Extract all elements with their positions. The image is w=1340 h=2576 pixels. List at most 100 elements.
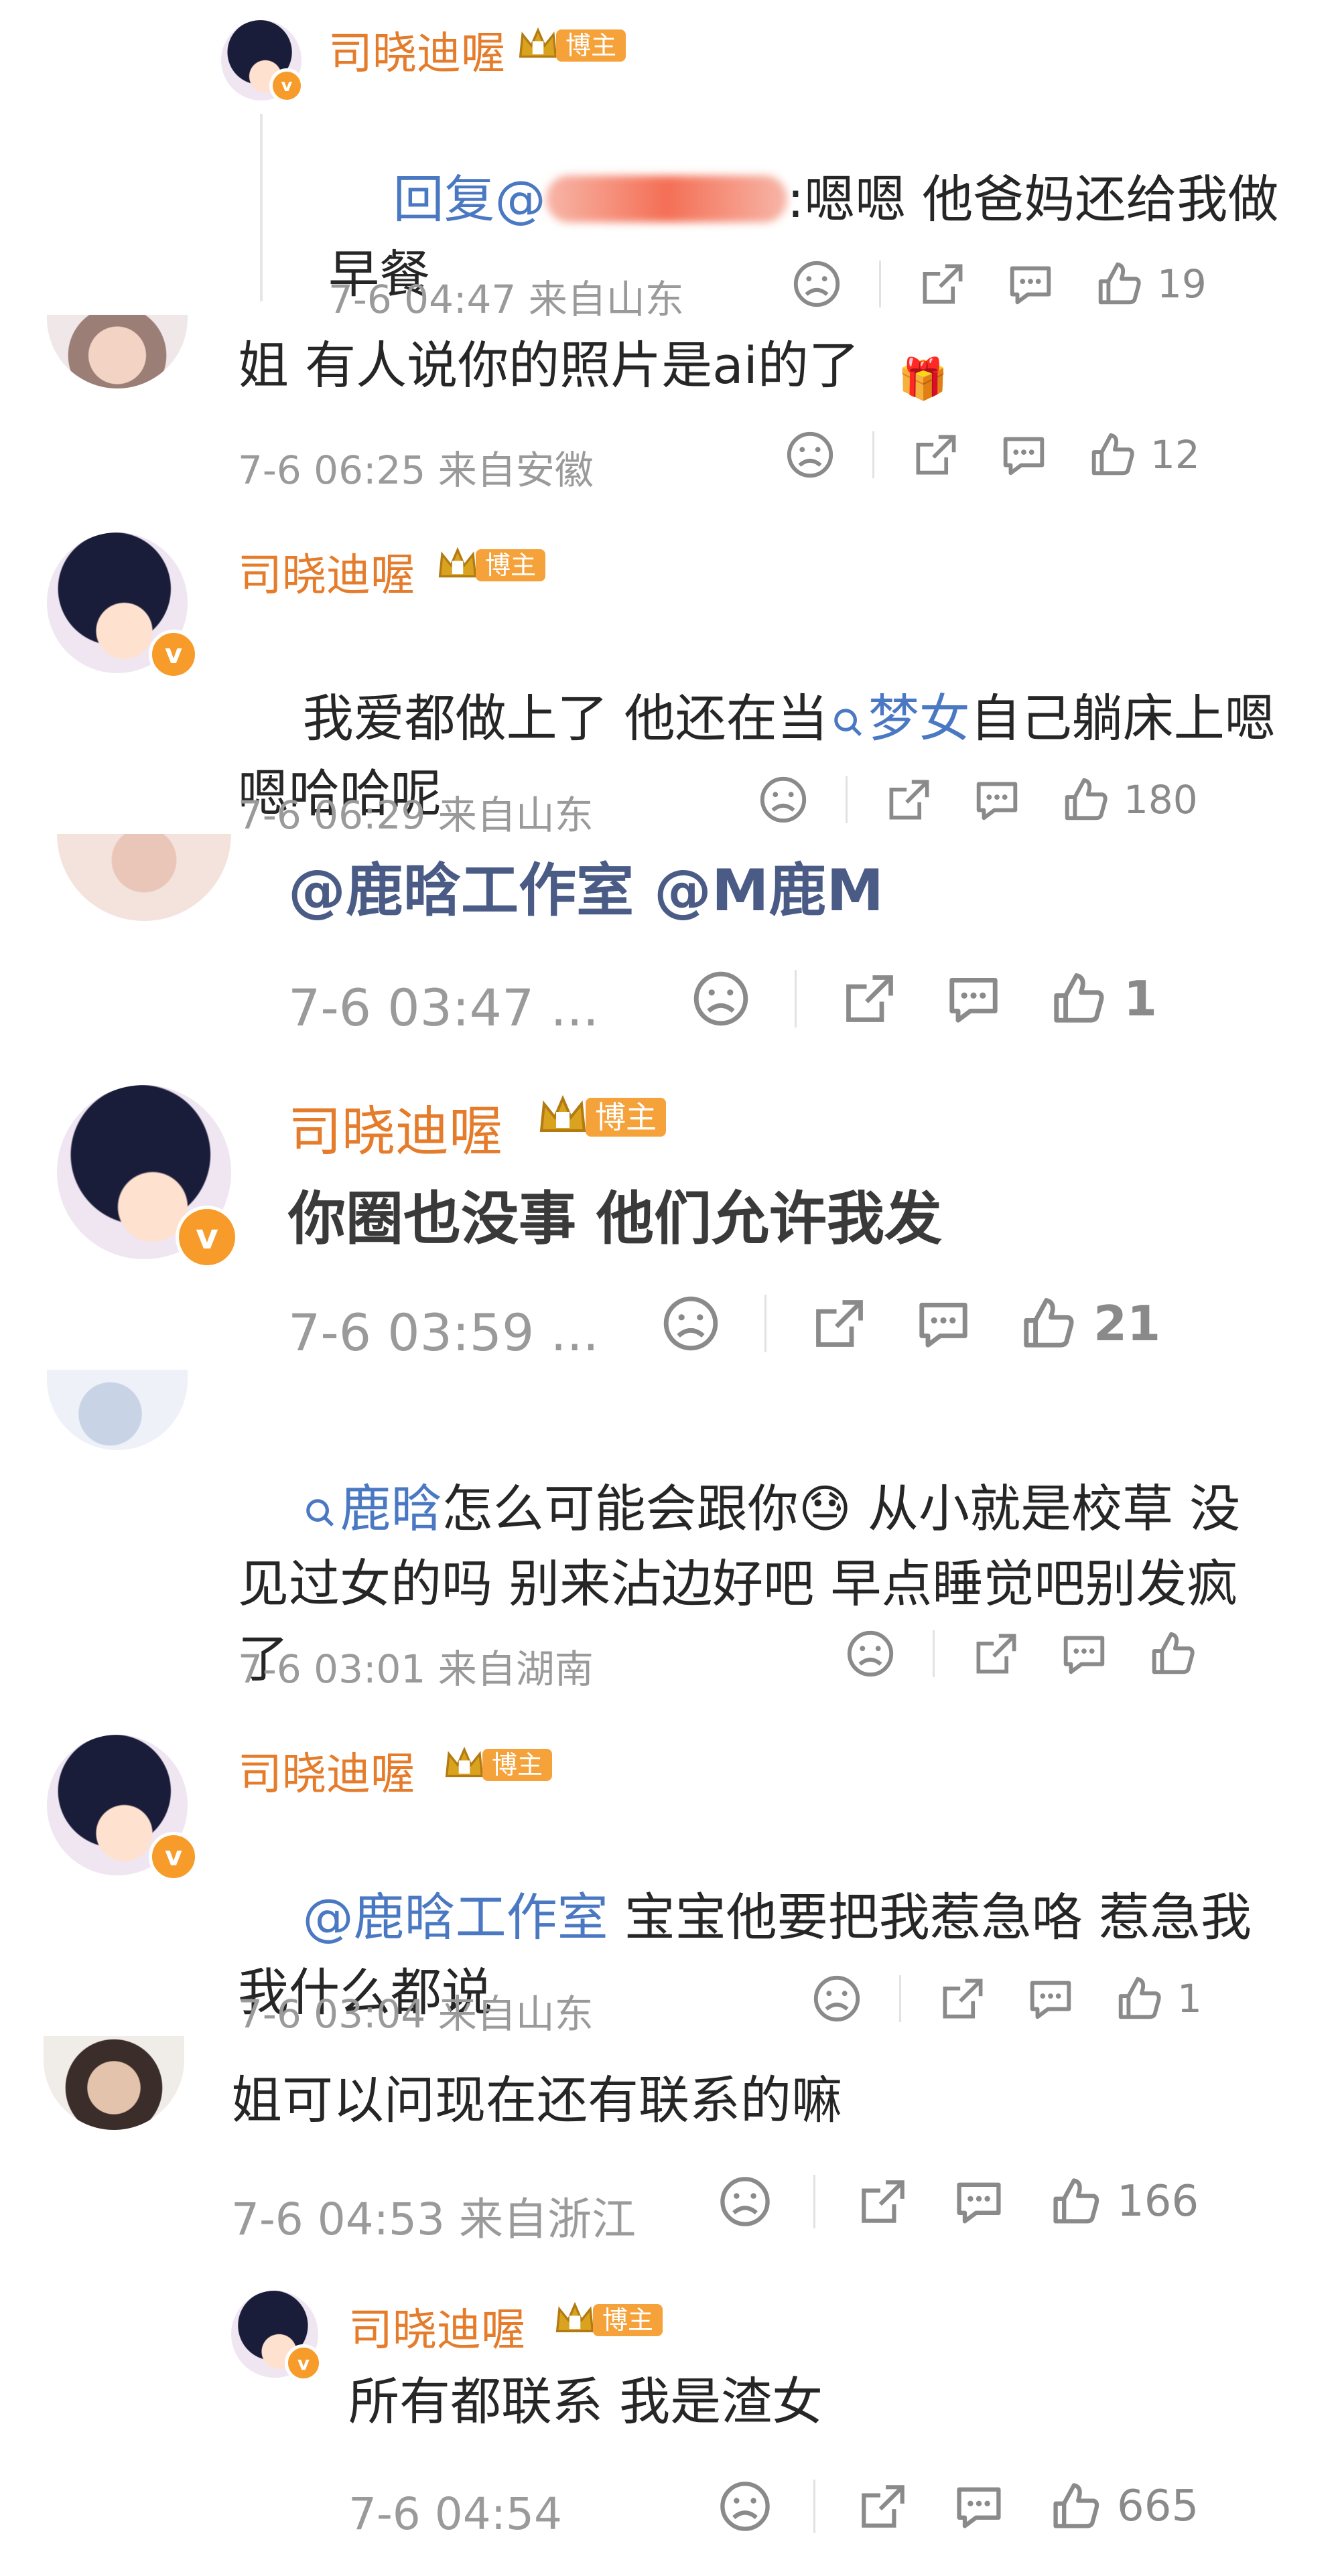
- divider: [795, 970, 797, 1027]
- share-button[interactable]: [856, 2479, 911, 2534]
- comment-icon: [1004, 258, 1057, 310]
- avatar[interactable]: [47, 315, 188, 388]
- username[interactable]: 司晓迪喔: [348, 2294, 525, 2358]
- crown-icon: [442, 1743, 486, 1787]
- avatar[interactable]: [47, 1370, 188, 1450]
- share-button[interactable]: [937, 1973, 988, 2024]
- dislike-button[interactable]: [784, 429, 836, 481]
- divider: [813, 2175, 815, 2228]
- crown-icon: [436, 543, 480, 587]
- share-icon: [971, 1628, 1022, 1679]
- like-button[interactable]: 1: [1113, 1973, 1202, 2025]
- search-link[interactable]: 鹿晗: [303, 1479, 442, 1539]
- dislike-button[interactable]: [757, 774, 809, 826]
- sad-face-icon: [757, 774, 809, 826]
- like-button[interactable]: 12: [1086, 429, 1200, 481]
- share-button[interactable]: [917, 259, 968, 309]
- like-button[interactable]: 1: [1047, 968, 1157, 1029]
- action-bar: 665: [717, 2478, 1199, 2534]
- blogger-badge-label: 博主: [586, 1098, 666, 1137]
- blogger-badge: 博主: [516, 23, 626, 68]
- dislike-button[interactable]: [811, 1973, 863, 2025]
- share-button[interactable]: [809, 1293, 870, 1354]
- sad-face-icon: [690, 968, 752, 1029]
- comment-text: @鹿晗工作室 @M鹿M: [288, 857, 884, 924]
- blogger-badge: 博主: [436, 543, 546, 588]
- comment-item: @鹿晗工作室 @M鹿M 7-6 03:47 ... 1: [0, 834, 1340, 1055]
- comment-button[interactable]: [971, 774, 1023, 826]
- avatar[interactable]: [44, 2036, 184, 2130]
- mention-link[interactable]: 回复@: [393, 169, 546, 229]
- comment-item: v 司晓迪喔 博主 @鹿晗工作室 宝宝他要把我惹急咯 惹急我我什么都说 7-6 …: [0, 1718, 1340, 2037]
- username[interactable]: 司晓迪喔: [328, 17, 505, 82]
- comment-item: v 司晓迪喔 博主 我爱都做上了 他还在当 梦女自己躺床上嗯嗯哈哈呢 7-6 06…: [0, 516, 1340, 838]
- action-bar: 180: [757, 774, 1198, 826]
- mention-link[interactable]: @鹿晗工作室: [303, 1887, 608, 1947]
- like-button[interactable]: 19: [1093, 258, 1207, 310]
- comment-item: 姐 有人说你的照片是ai的了 🎁 7-6 06:25 来自安徽 12: [0, 315, 1340, 509]
- comment-item: v 司晓迪喔 博主 所有都联系 我是渣女 7-6 04:54 665: [0, 2271, 1340, 2576]
- like-button[interactable]: 180: [1059, 774, 1198, 826]
- username[interactable]: 司晓迪喔: [238, 1738, 415, 1802]
- sad-face-icon: [660, 1293, 722, 1354]
- blogger-badge-label: 博主: [556, 29, 626, 62]
- share-button[interactable]: [884, 774, 935, 825]
- timestamp-location: 7-6 03:47 ...: [288, 978, 599, 1037]
- like-count: 12: [1150, 432, 1200, 478]
- share-icon: [937, 1973, 988, 2024]
- comment-text: 鹿晗怎么可能会跟你😓 从小就是校草 没见过女的吗 别来沾边好吧 早点睡觉吧别发疯…: [238, 1479, 1241, 1689]
- share-button[interactable]: [856, 2174, 911, 2229]
- like-count: 1: [1177, 1976, 1202, 2021]
- share-button[interactable]: [840, 969, 900, 1029]
- share-icon: [809, 1293, 870, 1354]
- comment-button[interactable]: [1058, 1628, 1110, 1680]
- dislike-button[interactable]: [844, 1628, 896, 1680]
- comment-button[interactable]: [913, 1293, 974, 1354]
- like-count: 665: [1117, 2482, 1199, 2531]
- blogger-badge: 博主: [553, 2297, 663, 2343]
- comment-button[interactable]: [943, 968, 1004, 1029]
- avatar[interactable]: [57, 834, 231, 921]
- username[interactable]: 司晓迪喔: [288, 1088, 503, 1166]
- crown-icon: [536, 1090, 590, 1144]
- timestamp-location: 7-6 06:29 来自山东: [238, 792, 594, 838]
- search-link[interactable]: 梦女: [828, 689, 970, 748]
- verified-badge-icon: v: [149, 630, 198, 679]
- search-link-icon: [303, 1496, 338, 1530]
- sad-face-icon: [717, 2478, 773, 2534]
- timestamp-location: 7-6 04:54: [348, 2488, 562, 2540]
- timestamp-location: 7-6 04:53 来自浙江: [231, 2194, 636, 2245]
- comment-button[interactable]: [1004, 258, 1057, 310]
- thread-line: [260, 114, 263, 301]
- like-count: 180: [1124, 777, 1198, 822]
- like-button[interactable]: 21: [1017, 1293, 1160, 1354]
- comment-item: v 司晓迪喔 博主 回复@:嗯嗯 他爸妈还给我做早餐 7-6 04:47 来自山…: [0, 0, 1340, 322]
- like-button[interactable]: [1146, 1628, 1199, 1680]
- comment-icon: [998, 429, 1050, 481]
- timestamp-location: 7-6 03:04 来自山东: [238, 1991, 594, 2037]
- like-button[interactable]: 665: [1047, 2478, 1199, 2534]
- comment-text: 所有都联系 我是渣女: [348, 2372, 823, 2431]
- like-button[interactable]: 166: [1047, 2173, 1199, 2230]
- comment-button[interactable]: [951, 2478, 1007, 2534]
- dislike-button[interactable]: [690, 968, 752, 1029]
- share-button[interactable]: [911, 429, 961, 480]
- crown-icon: [516, 23, 560, 68]
- divider: [872, 431, 874, 478]
- thumbs-up-icon: [1093, 258, 1145, 310]
- username[interactable]: 司晓迪喔: [238, 539, 415, 603]
- divider: [933, 1630, 935, 1677]
- comment-button[interactable]: [1024, 1973, 1077, 2025]
- share-icon: [911, 429, 961, 480]
- comment-button[interactable]: [951, 2173, 1007, 2230]
- sad-face-icon: [844, 1628, 896, 1680]
- comment-button[interactable]: [998, 429, 1050, 481]
- thumbs-up-icon: [1059, 774, 1112, 826]
- dislike-button[interactable]: [717, 2478, 773, 2534]
- share-button[interactable]: [971, 1628, 1022, 1679]
- action-bar: 1: [811, 1973, 1202, 2025]
- dislike-button[interactable]: [717, 2173, 773, 2230]
- dislike-button[interactable]: [791, 258, 843, 310]
- dislike-button[interactable]: [660, 1293, 722, 1354]
- comment-text: 你圈也没事 他们允许我发: [288, 1186, 942, 1253]
